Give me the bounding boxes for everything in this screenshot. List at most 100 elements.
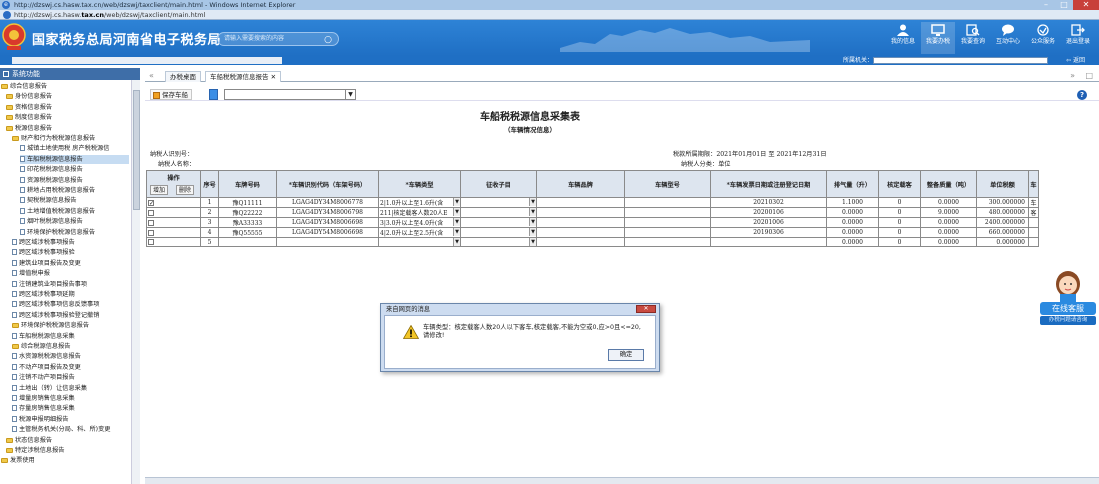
sidebar-item[interactable]: 跨区域涉税事项报验	[12, 248, 129, 257]
sidebar-item[interactable]: 土地增值税税源信息报告	[20, 207, 129, 216]
cell-seats[interactable]: 0	[878, 237, 921, 247]
cell-model[interactable]	[624, 227, 711, 238]
save-vessel-button[interactable]: 保存车船	[150, 89, 192, 100]
sidebar-item[interactable]: 身份信息报告	[6, 92, 129, 101]
sidebar-item[interactable]: 环境保护税税源信息报告	[20, 228, 129, 237]
nav-public-service[interactable]: 公众服务	[1026, 22, 1060, 54]
tab-scroll-right-icon[interactable]: »	[1070, 70, 1075, 82]
cell-weight[interactable]: 0.0000	[920, 217, 977, 228]
sidebar-item[interactable]: 税源信息报告	[6, 124, 129, 133]
cell-extra[interactable]	[1028, 217, 1039, 228]
row-checkbox[interactable]	[148, 209, 154, 216]
cell-disp[interactable]: 0.0000	[826, 207, 879, 218]
sidebar-item[interactable]: 水资源税税源信息报告	[12, 352, 129, 361]
row-checkbox[interactable]	[148, 219, 154, 226]
cell-type[interactable]: 2|1.0升以上至1.6升(含 ▼	[378, 197, 461, 208]
cell-vin[interactable]	[276, 237, 379, 247]
cell-model[interactable]	[624, 217, 711, 228]
cell-brand[interactable]	[536, 227, 625, 238]
cell-brand[interactable]	[536, 237, 625, 247]
dropdown-arrow-icon[interactable]: ▼	[529, 218, 536, 226]
sidebar-item[interactable]: 耕地占用税税源信息报告	[20, 186, 129, 195]
sidebar-item[interactable]: 不动产项目报告及变更	[12, 363, 129, 372]
row-checkbox[interactable]	[148, 229, 154, 236]
cell-extra[interactable]: 客	[1028, 207, 1039, 218]
cell-disp[interactable]: 1.1000	[826, 197, 879, 208]
sidebar-item[interactable]: 土地出（转）让信息采集	[12, 384, 129, 393]
cell-model[interactable]	[624, 237, 711, 247]
dropdown-arrow-icon[interactable]: ▼	[529, 228, 536, 236]
nav-tax-handling[interactable]: 我要办税	[921, 22, 955, 54]
dropdown-arrow-icon[interactable]: ▼	[529, 208, 536, 216]
nav-logout[interactable]: 退出登录	[1061, 22, 1095, 54]
sidebar-item[interactable]: 车船税税源信息报告	[20, 154, 129, 164]
tab-scroll-left-icon[interactable]: «	[149, 70, 154, 82]
sidebar-item[interactable]: 注销建筑业项目报告事项	[12, 280, 129, 289]
maximize-button[interactable]: □	[1055, 0, 1073, 10]
cell-brand[interactable]	[536, 217, 625, 228]
sidebar-item[interactable]: 环境保护税税源信息报告	[12, 321, 129, 330]
cell-weight[interactable]: 9.0000	[920, 207, 977, 218]
cell-seats[interactable]: 0	[878, 207, 921, 218]
sidebar-item[interactable]: 财产和行为税税源信息报告	[12, 134, 129, 143]
tab-close-icon[interactable]: ✕	[271, 73, 276, 81]
cell-type[interactable]: 4|2.0升以上至2.5升(含 ▼	[378, 227, 461, 238]
dropdown-arrow-icon[interactable]: ▼	[453, 238, 460, 246]
toolbar-select[interactable]: ▼	[224, 89, 356, 100]
sidebar-item[interactable]: 增量房销售信息采集	[12, 394, 129, 403]
sidebar-item[interactable]: 跨区域涉税事项延期	[12, 290, 129, 299]
sidebar-item[interactable]: 状态信息报告	[6, 436, 129, 445]
add-row-button[interactable]: 增加	[150, 185, 169, 195]
tab-desktop[interactable]: 办税桌面	[165, 71, 201, 82]
tab-vessel-tax-report[interactable]: 车船税税源信息报告 ✕	[205, 71, 282, 82]
sidebar-item[interactable]: 跨区域涉税事项报验登记撤销	[12, 311, 129, 320]
cell-plate[interactable]: 豫Q11111	[218, 197, 277, 208]
sidebar-item[interactable]: 增值税申报	[12, 269, 129, 278]
sidebar-item[interactable]: 跨区域涉税事项信息反馈事项	[12, 300, 129, 309]
row-checkbox[interactable]	[148, 239, 154, 245]
cell-date[interactable]: 20210302	[710, 197, 827, 208]
cell-date[interactable]	[710, 237, 827, 247]
dropdown-arrow-icon[interactable]: ▼	[453, 208, 460, 216]
sidebar-item[interactable]: 车船税税源信息采集	[12, 332, 129, 341]
cell-weight[interactable]: 0.0000	[920, 227, 977, 238]
cell-seats[interactable]: 0	[878, 227, 921, 238]
cell-extra[interactable]	[1028, 227, 1039, 238]
sidebar-item[interactable]: 资源税税源信息报告	[20, 176, 129, 185]
cell-sub[interactable]: ▼	[460, 207, 537, 218]
sidebar-item[interactable]: 城镇土地使用税 房产税税源信	[20, 144, 129, 153]
cell-vin[interactable]: LGAG4DY34M8006778	[276, 197, 379, 208]
cell-seats[interactable]: 0	[878, 217, 921, 228]
delete-row-button[interactable]: 删除	[176, 185, 195, 195]
close-window-button[interactable]: ✕	[1073, 0, 1099, 10]
cell-sub[interactable]: ▼	[460, 237, 537, 247]
cell-sub[interactable]: ▼	[460, 197, 537, 208]
cell-type[interactable]: 3|3.0升以上至4.0升(含 ▼	[378, 217, 461, 228]
ok-button[interactable]: 确定	[608, 349, 644, 361]
cell-date[interactable]: 20190306	[710, 227, 827, 238]
cell-plate[interactable]: 豫Q55555	[218, 227, 277, 238]
sidebar-item[interactable]: 税源申报明细报告	[12, 415, 129, 424]
cell-vin[interactable]: LGAG4DY34M8006798	[276, 207, 379, 218]
cell-disp[interactable]: 0.0000	[826, 217, 879, 228]
dropdown-arrow-icon[interactable]: ▼	[453, 198, 460, 206]
address-bar[interactable]: http://dzswj.cs.hasw.tax.cn/web/dzswj/ta…	[0, 10, 1099, 20]
dropdown-arrow-icon[interactable]: ▼	[529, 198, 536, 206]
cell-plate[interactable]: 豫Q22222	[218, 207, 277, 218]
cell-seats[interactable]: 0	[878, 197, 921, 208]
cell-extra[interactable]: 车	[1028, 197, 1039, 208]
nav-my-info[interactable]: 我的信息	[886, 22, 920, 54]
cell-disp[interactable]: 0.0000	[826, 227, 879, 238]
tab-menu-icon[interactable]: □	[1085, 70, 1093, 82]
search-icon[interactable]: ○	[324, 34, 332, 46]
search-input[interactable]: 请输入需要搜索的内容 ○	[217, 32, 339, 46]
row-checkbox[interactable]: ✓	[148, 199, 154, 206]
sidebar-item[interactable]: 综合信息报告	[1, 82, 129, 91]
sidebar-item[interactable]: 发票使用	[1, 456, 129, 465]
cell-type[interactable]: 211|核定载客人数20人E ▼	[378, 207, 461, 218]
sidebar-item[interactable]: 契税税源信息报告	[20, 196, 129, 205]
cell-date[interactable]: 20201006	[710, 217, 827, 228]
dropdown-arrow-icon[interactable]: ▼	[529, 238, 536, 246]
cell-plate[interactable]	[218, 237, 277, 247]
cell-model[interactable]	[624, 197, 711, 208]
